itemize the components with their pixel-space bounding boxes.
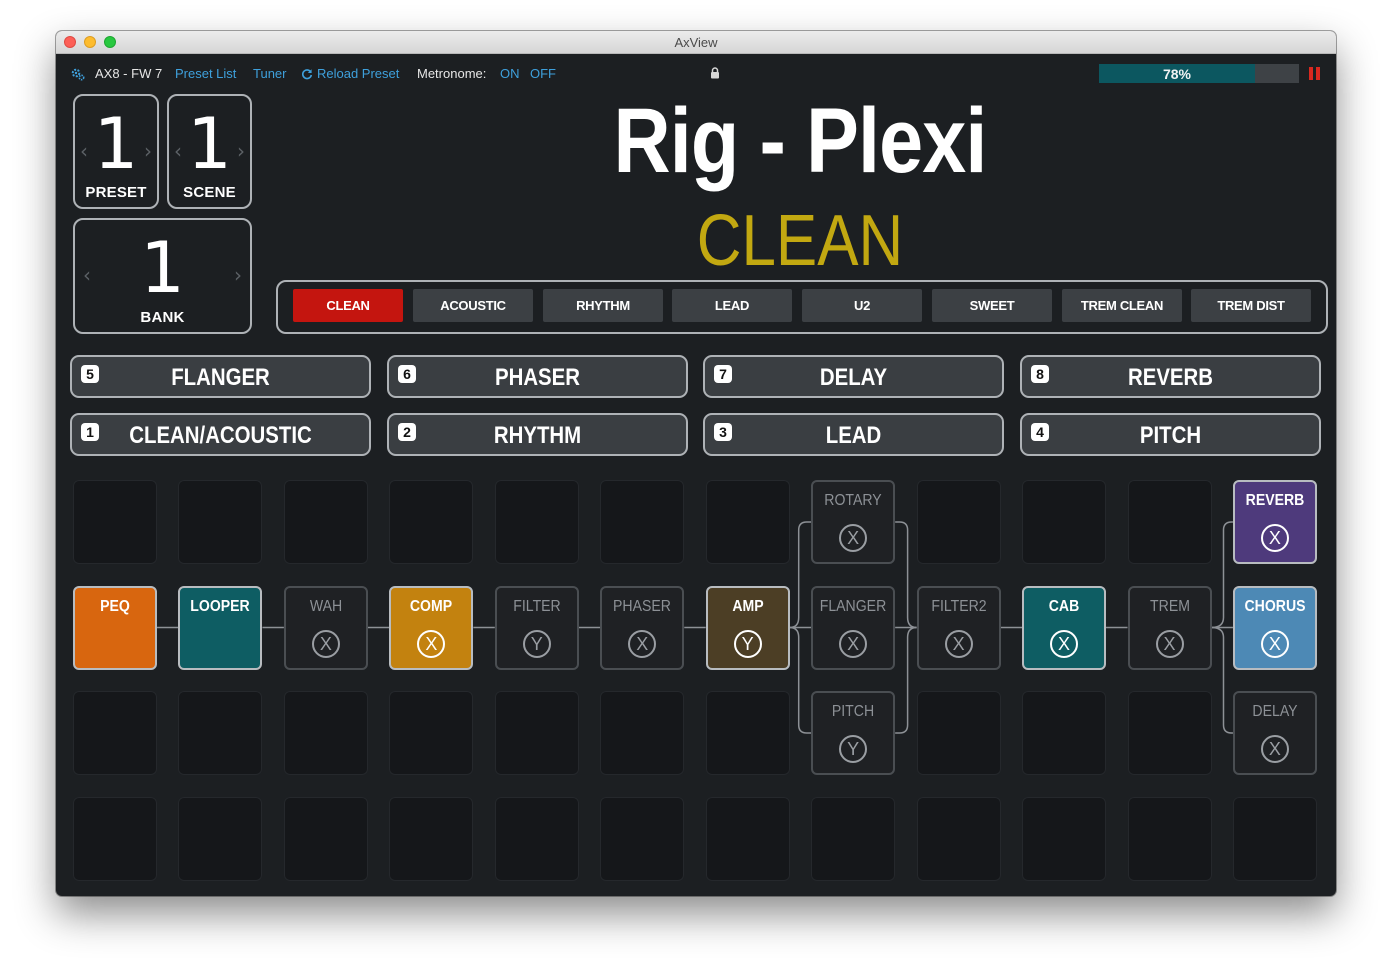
- empty-grid-cell[interactable]: [705, 796, 790, 881]
- signal-wire: [789, 521, 812, 629]
- block-name: FILTER2: [930, 597, 987, 615]
- channel-indicator[interactable]: Y: [733, 629, 762, 658]
- empty-grid-cell[interactable]: [1232, 796, 1317, 881]
- block-filter[interactable]: FILTER Y: [494, 585, 579, 670]
- block-name: COMP: [410, 597, 453, 615]
- empty-grid-cell[interactable]: [916, 796, 1001, 881]
- block-name: PEQ: [100, 597, 130, 615]
- empty-grid-cell[interactable]: [1022, 796, 1107, 881]
- block-phaser[interactable]: PHASER X: [600, 585, 685, 670]
- empty-grid-cell[interactable]: [389, 480, 474, 564]
- channel-indicator[interactable]: X: [417, 629, 446, 658]
- channel-indicator[interactable]: X: [839, 629, 868, 658]
- block-trem[interactable]: TREM X: [1127, 585, 1212, 670]
- block-name: ROTARY: [824, 492, 882, 509]
- empty-grid-cell[interactable]: [73, 796, 157, 881]
- empty-grid-cell[interactable]: [283, 480, 368, 564]
- channel-indicator[interactable]: X: [944, 629, 973, 658]
- empty-grid-cell[interactable]: [178, 796, 263, 881]
- empty-grid-cell[interactable]: [600, 480, 685, 564]
- channel-indicator[interactable]: X: [839, 524, 868, 552]
- block-name: PITCH: [832, 703, 875, 720]
- channel-indicator[interactable]: X: [1050, 629, 1079, 658]
- empty-grid-cell[interactable]: [283, 691, 368, 775]
- channel-indicator[interactable]: X: [1260, 735, 1289, 763]
- channel-indicator[interactable]: X: [628, 629, 657, 658]
- block-name: WAH: [309, 597, 343, 615]
- signal-wire: [1211, 521, 1233, 629]
- channel-indicator[interactable]: X: [1260, 524, 1289, 552]
- block-name: LOOPER: [190, 597, 251, 615]
- block-name: REVERB: [1245, 492, 1305, 509]
- block-name: FLANGER: [819, 597, 887, 615]
- block-chorus[interactable]: CHORUS X: [1232, 585, 1317, 670]
- empty-grid-cell[interactable]: [73, 691, 157, 775]
- channel-indicator[interactable]: X: [1155, 629, 1184, 658]
- block-wah[interactable]: WAH X: [283, 585, 368, 670]
- empty-grid-cell[interactable]: [600, 691, 685, 775]
- channel-indicator[interactable]: Y: [839, 735, 868, 763]
- empty-grid-cell[interactable]: [600, 796, 685, 881]
- signal-wire: [1211, 626, 1233, 734]
- block-name: PHASER: [613, 597, 672, 615]
- block-cab[interactable]: CAB X: [1022, 585, 1107, 670]
- block-name: AMP: [732, 597, 764, 615]
- empty-grid-cell[interactable]: [283, 796, 368, 881]
- empty-grid-cell[interactable]: [494, 796, 579, 881]
- empty-grid-cell[interactable]: [705, 691, 790, 775]
- channel-indicator[interactable]: X: [311, 629, 340, 658]
- empty-grid-cell[interactable]: [494, 480, 579, 564]
- block-comp[interactable]: COMP X: [389, 585, 474, 670]
- empty-grid-cell[interactable]: [705, 480, 790, 564]
- empty-grid-cell[interactable]: [389, 796, 474, 881]
- empty-grid-cell[interactable]: [494, 691, 579, 775]
- block-filter2[interactable]: FILTER2 X: [916, 585, 1001, 670]
- block-looper[interactable]: LOOPER: [178, 585, 263, 670]
- empty-grid-cell[interactable]: [1022, 480, 1107, 564]
- empty-grid-cell[interactable]: [389, 691, 474, 775]
- block-name: FILTER: [513, 597, 561, 615]
- empty-grid-cell[interactable]: [178, 691, 263, 775]
- block-name: DELAY: [1252, 703, 1298, 720]
- signal-wire: [789, 626, 812, 734]
- block-name: TREM: [1149, 597, 1190, 615]
- block-rotary[interactable]: ROTARY X: [811, 480, 896, 564]
- signal-wire: [895, 521, 917, 629]
- app-window: AxView AX8 - FW 7 Preset List Tuner Relo…: [56, 31, 1336, 896]
- empty-grid-cell[interactable]: [178, 480, 263, 564]
- block-name: CHORUS: [1244, 597, 1306, 615]
- block-delay[interactable]: DELAY X: [1232, 691, 1317, 775]
- signal-wire: [895, 626, 917, 734]
- block-flanger[interactable]: FLANGER X: [811, 585, 896, 670]
- empty-grid-cell[interactable]: [1127, 796, 1212, 881]
- block-pitch[interactable]: PITCH Y: [811, 691, 896, 775]
- block-peq[interactable]: PEQ: [73, 585, 157, 670]
- empty-grid-cell[interactable]: [916, 480, 1001, 564]
- channel-indicator[interactable]: X: [1260, 629, 1289, 658]
- channel-indicator[interactable]: Y: [522, 629, 551, 658]
- empty-grid-cell[interactable]: [1127, 691, 1212, 775]
- block-name: CAB: [1048, 597, 1080, 615]
- empty-grid-cell[interactable]: [916, 691, 1001, 775]
- empty-grid-cell[interactable]: [1127, 480, 1212, 564]
- empty-grid-cell[interactable]: [73, 480, 157, 564]
- empty-grid-cell[interactable]: [811, 796, 896, 881]
- block-amp[interactable]: AMP Y: [705, 585, 790, 670]
- empty-grid-cell[interactable]: [1022, 691, 1107, 775]
- block-reverb[interactable]: REVERB X: [1232, 480, 1317, 564]
